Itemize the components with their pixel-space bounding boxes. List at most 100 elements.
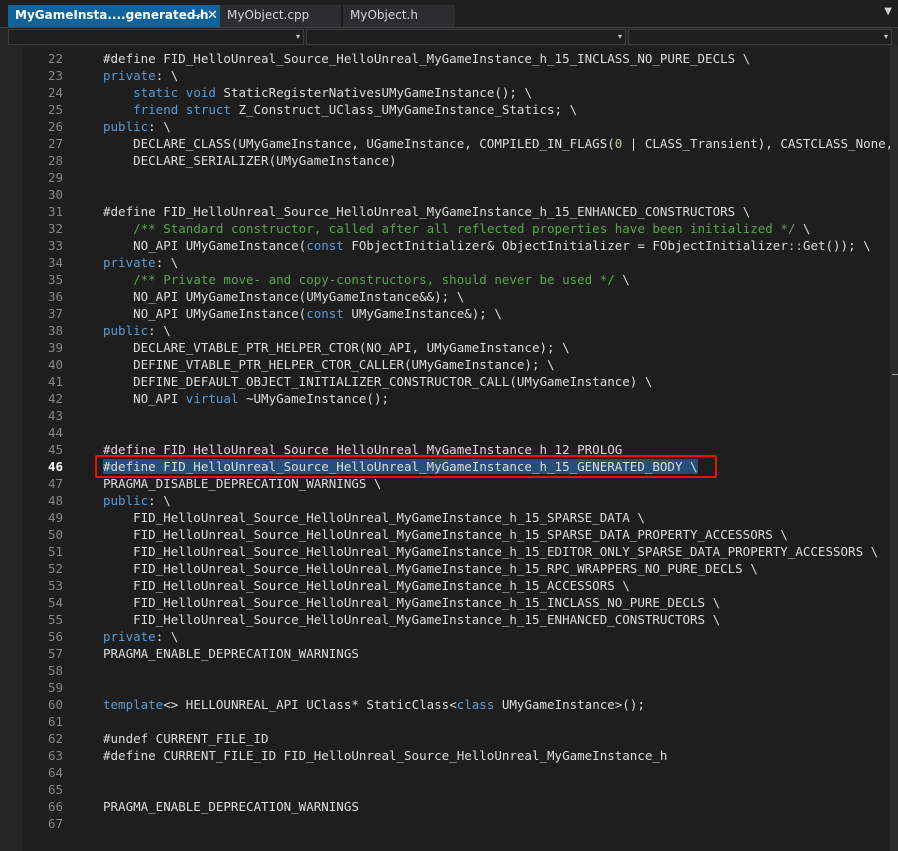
code-token: DEFINE_DEFAULT_OBJECT_INITIALIZER_CONSTR… [103, 374, 653, 389]
code-line[interactable]: 28 DECLARE_SERIALIZER(UMyGameInstance) [23, 152, 890, 169]
code-line[interactable]: 60 template<> HELLOUNREAL_API UClass* Sta… [23, 696, 890, 713]
code-text: NO_API virtual ~UMyGameInstance(); [103, 390, 389, 407]
code-text: /** Private move- and copy-constructors,… [103, 271, 630, 288]
line-number: 29 [47, 170, 63, 185]
code-line[interactable]: 51 FID_HelloUnreal_Source_HelloUnreal_My… [23, 543, 890, 560]
line-number: 40 [47, 357, 63, 372]
code-line[interactable]: 31 #define FID_HelloUnreal_Source_HelloUn… [23, 203, 890, 220]
line-number: 41 [47, 374, 63, 389]
code-token: private [103, 629, 156, 644]
code-token: : \ [148, 493, 171, 508]
line-number: 52 [47, 561, 63, 576]
code-token: class [456, 697, 495, 712]
code-text: #define FID_HelloUnreal_Source_HelloUnre… [103, 50, 750, 67]
close-icon[interactable]: ✕ [207, 5, 218, 26]
code-line[interactable]: 34 private: \ [23, 254, 890, 271]
code-line[interactable]: 42 NO_API virtual ~UMyGameInstance(); [23, 390, 890, 407]
code-text: private: \ [103, 254, 178, 271]
code-line[interactable]: 58 [23, 662, 890, 679]
code-text: DECLARE_SERIALIZER(UMyGameInstance) [103, 152, 397, 169]
code-line[interactable]: 44 [23, 424, 890, 441]
code-text: NO_API UMyGameInstance(const UMyGameInst… [103, 305, 502, 322]
code-token: PRAGMA_ENABLE_DEPRECATION_WARNINGS [103, 799, 359, 814]
code-token: #undef CURRENT_FILE_ID [103, 731, 269, 746]
tab-myobject-h[interactable]: MyObject.h [343, 5, 455, 27]
code-token: Get()); \ [802, 238, 871, 253]
code-text: PRAGMA_ENABLE_DEPRECATION_WARNINGS [103, 645, 359, 662]
code-line[interactable]: 50 FID_HelloUnreal_Source_HelloUnreal_My… [23, 526, 890, 543]
code-line[interactable]: 61 [23, 713, 890, 730]
code-token: ~UMyGameInstance(); [238, 391, 389, 406]
code-line[interactable]: 52 FID_HelloUnreal_Source_HelloUnreal_My… [23, 560, 890, 577]
code-text: #undef CURRENT_FILE_ID [103, 730, 269, 747]
code-line[interactable]: 56 private: \ [23, 628, 890, 645]
code-line[interactable]: 43 [23, 407, 890, 424]
code-line[interactable]: 63 #define CURRENT_FILE_ID FID_HelloUnrea… [23, 747, 890, 764]
code-line[interactable]: 30 [23, 186, 890, 203]
code-line[interactable]: 39 DECLARE_VTABLE_PTR_HELPER_CTOR(NO_API… [23, 339, 890, 356]
line-number: 27 [47, 136, 63, 151]
code-line[interactable]: 22 #define FID_HelloUnreal_Source_HelloUn… [23, 50, 890, 67]
tab-label: MyObject.cpp [227, 8, 310, 22]
tab-overflow-dropdown-icon[interactable]: ▼ [884, 6, 892, 17]
code-token: public [103, 119, 149, 134]
code-line[interactable]: 33 NO_API UMyGameInstance(const FObjectI… [23, 237, 890, 254]
code-line[interactable]: 37 NO_API UMyGameInstance(const UMyGameI… [23, 305, 890, 322]
code-line[interactable]: 27 DECLARE_CLASS(UMyGameInstance, UGameI… [23, 135, 890, 152]
code-line[interactable]: 49 FID_HelloUnreal_Source_HelloUnreal_My… [23, 509, 890, 526]
project-dropdown[interactable]: ▾ [8, 29, 304, 45]
member-dropdown[interactable]: ▾ [628, 29, 892, 45]
tab-myobject-cpp[interactable]: MyObject.cpp [220, 5, 341, 27]
code-token: void [185, 85, 216, 100]
code-token: : \ [148, 323, 171, 338]
code-line[interactable]: 23 private: \ [23, 67, 890, 84]
line-number: 39 [47, 340, 63, 355]
line-number: 65 [47, 782, 63, 797]
code-line[interactable]: 38 public: \ [23, 322, 890, 339]
line-number: 47 [47, 476, 63, 491]
code-line[interactable]: 53 FID_HelloUnreal_Source_HelloUnreal_My… [23, 577, 890, 594]
code-line[interactable]: 64 [23, 764, 890, 781]
code-line[interactable]: 41 DEFINE_DEFAULT_OBJECT_INITIALIZER_CON… [23, 373, 890, 390]
code-line[interactable]: 48 public: \ [23, 492, 890, 509]
code-text: template<> HELLOUNREAL_API UClass* Stati… [103, 696, 645, 713]
code-line[interactable]: 57 PRAGMA_ENABLE_DEPRECATION_WARNINGS [23, 645, 890, 662]
code-line[interactable]: 67 [23, 815, 890, 832]
code-text: private: \ [103, 628, 178, 645]
code-text: #define FID_HelloUnreal_Source_HelloUnre… [103, 203, 750, 220]
code-token: DECLARE_SERIALIZER(UMyGameInstance) [103, 153, 397, 168]
scope-dropdown[interactable]: ▾ [306, 29, 626, 45]
code-line[interactable]: 26 public: \ [23, 118, 890, 135]
code-line[interactable]: 62 #undef CURRENT_FILE_ID [23, 730, 890, 747]
line-number: 31 [47, 204, 63, 219]
code-token: :: [787, 238, 803, 253]
navigation-bar: ▾ ▾ ▾ [0, 28, 898, 46]
code-line[interactable]: 35 /** Private move- and copy-constructo… [23, 271, 890, 288]
line-number: 49 [47, 510, 63, 525]
code-line[interactable]: 55 FID_HelloUnreal_Source_HelloUnreal_My… [23, 611, 890, 628]
code-text: FID_HelloUnreal_Source_HelloUnreal_MyGam… [103, 594, 720, 611]
code-editor[interactable]: 22 #define FID_HelloUnreal_Source_HelloUn… [23, 46, 890, 851]
code-line[interactable]: 32 /** Standard constructor, called afte… [23, 220, 890, 237]
code-text: friend struct Z_Construct_UClass_UMyGame… [103, 101, 577, 118]
code-line[interactable]: 66 PRAGMA_ENABLE_DEPRECATION_WARNINGS [23, 798, 890, 815]
vertical-scrollbar[interactable] [890, 46, 898, 851]
code-token: PRAGMA_DISABLE_DEPRECATION_WARNINGS \ [103, 476, 382, 491]
code-line[interactable]: 65 [23, 781, 890, 798]
code-line[interactable]: 25 friend struct Z_Construct_UClass_UMyG… [23, 101, 890, 118]
code-line[interactable]: 36 NO_API UMyGameInstance(UMyGameInstanc… [23, 288, 890, 305]
tab-mygameinstance-generated-h[interactable]: MyGameInsta....generated.h ⊸ ✕ [8, 5, 220, 27]
line-number: 28 [47, 153, 63, 168]
code-token: DECLARE_VTABLE_PTR_HELPER_CTOR(NO_API, U… [103, 340, 570, 355]
code-line[interactable]: 54 FID_HelloUnreal_Source_HelloUnreal_My… [23, 594, 890, 611]
code-line[interactable]: 24 static void StaticRegisterNativesUMyG… [23, 84, 890, 101]
pin-icon[interactable]: ⊸ [192, 5, 201, 26]
code-line[interactable]: 29 [23, 169, 890, 186]
code-line[interactable]: 59 [23, 679, 890, 696]
code-token: StaticRegisterNativesUMyGameInstance(); … [215, 85, 532, 100]
code-line[interactable]: 40 DEFINE_VTABLE_PTR_HELPER_CTOR_CALLER(… [23, 356, 890, 373]
line-number: 35 [47, 272, 63, 287]
